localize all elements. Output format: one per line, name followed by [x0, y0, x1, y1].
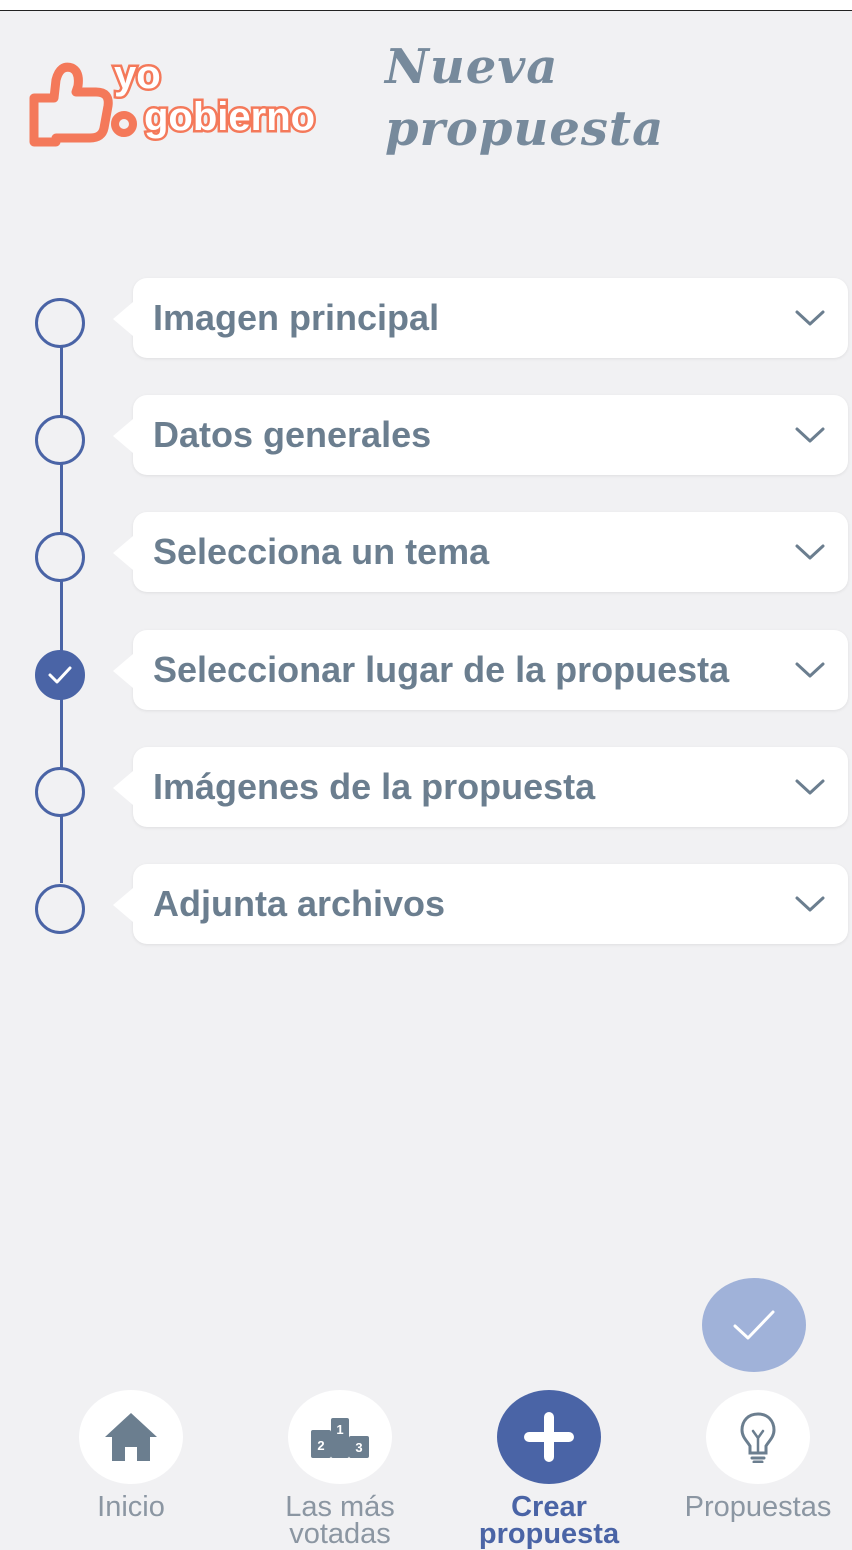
- nav-propuestas-button[interactable]: [706, 1390, 810, 1484]
- submit-proposal-button[interactable]: [702, 1278, 806, 1372]
- step-circle: [35, 884, 85, 934]
- step-circle-completed: [35, 650, 85, 700]
- chevron-down-icon: [794, 542, 826, 567]
- chevron-down-icon: [794, 777, 826, 802]
- home-icon: [105, 1413, 157, 1461]
- step-circle: [35, 532, 85, 582]
- step-card[interactable]: Selecciona un tema: [113, 512, 848, 592]
- nav-crear-button[interactable]: [497, 1390, 601, 1484]
- svg-text:1: 1: [336, 1422, 343, 1437]
- step-label: Imagen principal: [153, 297, 440, 338]
- step-label: Seleccionar lugar de la propuesta: [153, 649, 730, 690]
- step-label: Adjunta archivos: [153, 883, 446, 924]
- nav-crear-propuesta[interactable]: Crear propuesta: [459, 1390, 639, 1550]
- podium-icon: 2 1 3: [311, 1418, 369, 1458]
- chevron-down-icon: [794, 660, 826, 685]
- page-title-line2: propuesta: [385, 101, 665, 157]
- step-datos-generales[interactable]: Datos generales: [0, 395, 852, 475]
- page-title: Nueva propuesta: [385, 36, 664, 160]
- step-circle: [35, 415, 85, 465]
- nav-propuestas-label: Propuestas: [684, 1491, 832, 1523]
- step-imagenes-propuesta[interactable]: Imágenes de la propuesta: [0, 747, 852, 827]
- step-selecciona-tema[interactable]: Selecciona un tema: [0, 512, 852, 592]
- nav-inicio[interactable]: Inicio: [41, 1390, 221, 1523]
- chevron-down-icon: [794, 894, 826, 919]
- nav-propuestas[interactable]: Propuestas: [668, 1390, 848, 1523]
- plus-icon: [524, 1412, 574, 1462]
- step-card[interactable]: Imágenes de la propuesta: [113, 747, 848, 827]
- step-circle: [35, 298, 85, 348]
- step-adjunta-archivos[interactable]: Adjunta archivos: [0, 864, 852, 944]
- nav-votadas-label: Las más votadas: [285, 1491, 395, 1550]
- nav-votadas-button[interactable]: 2 1 3: [288, 1390, 392, 1484]
- nav-las-mas-votadas[interactable]: 2 1 3 Las más votadas: [250, 1390, 430, 1550]
- step-card[interactable]: Adjunta archivos: [113, 864, 848, 944]
- step-card[interactable]: Imagen principal: [113, 278, 848, 358]
- chevron-down-icon: [794, 308, 826, 333]
- step-card[interactable]: Datos generales: [113, 395, 848, 475]
- step-circle: [35, 767, 85, 817]
- step-card[interactable]: Seleccionar lugar de la propuesta: [113, 630, 848, 710]
- svg-text:2: 2: [317, 1438, 324, 1453]
- status-bar-line: [0, 0, 852, 11]
- nav-crear-label: Crear propuesta: [478, 1491, 620, 1550]
- check-icon: [48, 666, 72, 684]
- svg-text:gobierno: gobierno: [144, 95, 315, 139]
- svg-text:yo: yo: [114, 53, 161, 97]
- chevron-down-icon: [794, 425, 826, 450]
- lightbulb-icon: [740, 1412, 776, 1463]
- step-seleccionar-lugar[interactable]: Seleccionar lugar de la propuesta: [0, 630, 852, 710]
- step-label: Selecciona un tema: [153, 531, 490, 572]
- page-title-line1: Nueva: [385, 39, 559, 95]
- nav-inicio-label: Inicio: [97, 1491, 165, 1523]
- step-imagen-principal[interactable]: Imagen principal: [0, 278, 852, 358]
- svg-text:3: 3: [355, 1440, 362, 1455]
- nav-inicio-button[interactable]: [79, 1390, 183, 1484]
- check-icon: [733, 1310, 775, 1340]
- app-logo: yo gobierno: [26, 50, 371, 150]
- step-label: Datos generales: [153, 414, 432, 455]
- step-label: Imágenes de la propuesta: [153, 766, 596, 807]
